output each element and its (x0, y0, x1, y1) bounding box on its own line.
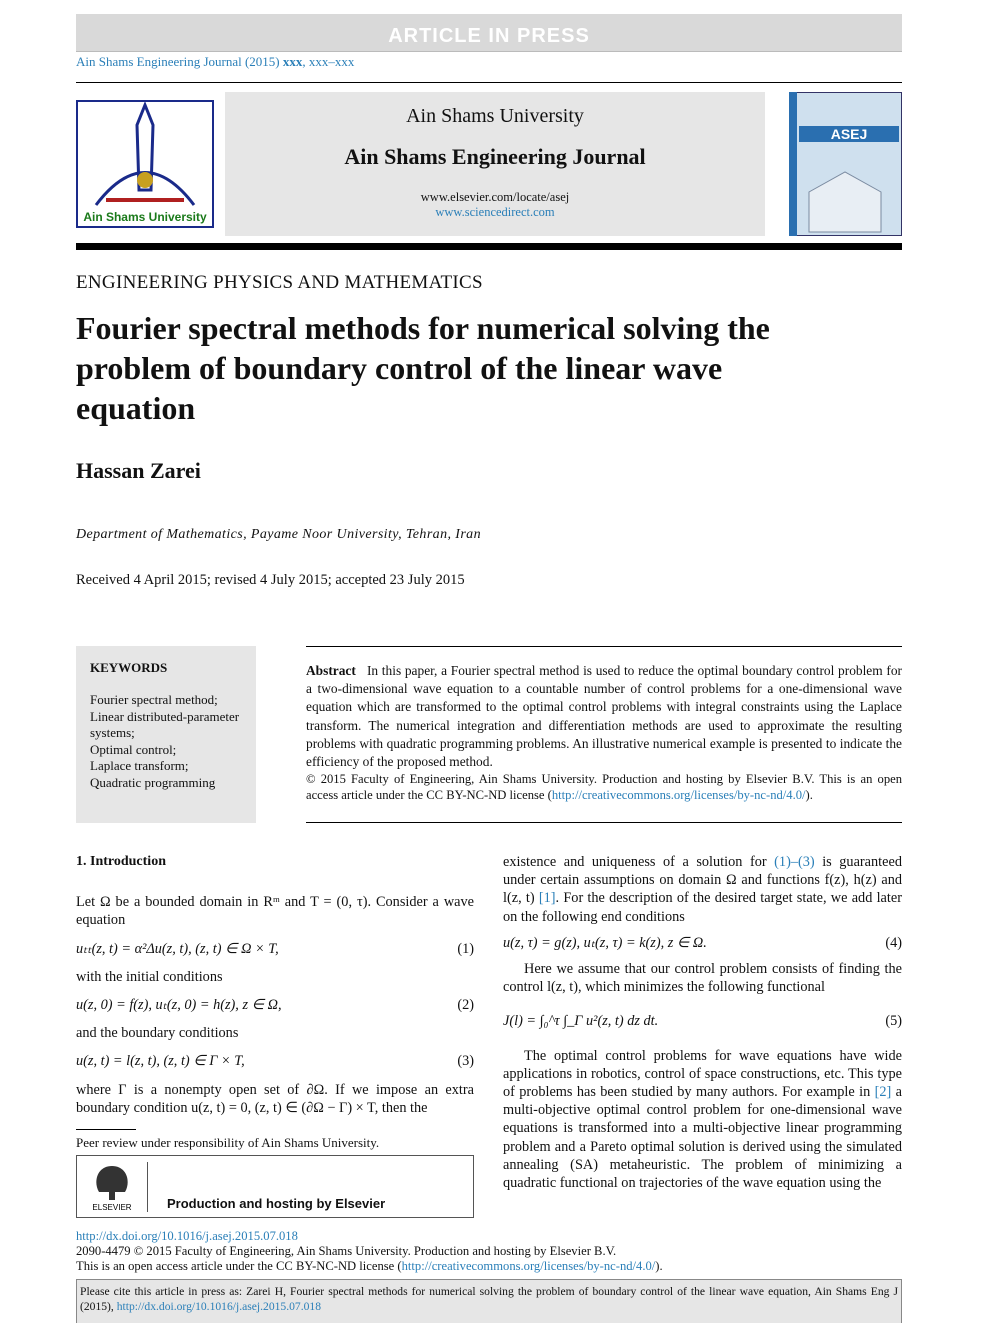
article-in-press-banner: ARTICLE IN PRESS (76, 14, 902, 52)
citation-link[interactable]: [2] (875, 1084, 892, 1100)
text: existence and uniqueness of a solution f… (503, 854, 775, 870)
equation-number: (1) (457, 940, 474, 957)
text: This is an open access article under the… (76, 1259, 402, 1273)
peer-review-note: Peer review under responsibility of Ain … (76, 1135, 380, 1150)
article-dates: Received 4 April 2015; revised 4 July 20… (76, 572, 465, 588)
equation-3: u(z, t) = l(z, t), (z, t) ∈ Γ × T, (3) (76, 1052, 474, 1070)
divider (76, 82, 902, 83)
equation-body: u(z, t) = l(z, t), (z, t) ∈ Γ × T, (76, 1053, 245, 1070)
paragraph: where Γ is a nonempty open set of ∂Ω. If… (76, 1081, 474, 1116)
text: ). (655, 1259, 663, 1273)
elsevier-logo: ELSEVIER (85, 1162, 148, 1212)
footnote-rule (76, 1129, 136, 1130)
journal-cover: ASEJ (789, 92, 902, 236)
keywords-title: KEYWORDS (90, 660, 168, 675)
equation-body: uₜₜ(z, t) = α²Δu(z, t), (z, t) ∈ Ω × T, (76, 940, 279, 957)
author-name: Hassan Zarei (76, 458, 201, 483)
keyword: Optimal control; (90, 741, 177, 757)
svg-text:ELSEVIER: ELSEVIER (92, 1203, 131, 1212)
journal-ref-prefix: Ain Shams Engineering Journal (2015) (76, 54, 283, 69)
section-label: ENGINEERING PHYSICS AND MATHEMATICS (76, 272, 483, 293)
right-column: existence and uniqueness of a solution f… (503, 853, 902, 1192)
equation-number: (5) (885, 1013, 902, 1030)
equation-body: u(z, 0) = f(z), uₜ(z, 0) = h(z), z ∈ Ω, (76, 997, 282, 1014)
keyword: Linear distributed-parameter systems; (90, 708, 240, 741)
sciencedirect-link[interactable]: www.sciencedirect.com (225, 205, 765, 220)
abstract: Abstract In this paper, a Fourier spectr… (306, 662, 902, 803)
left-column: 1. Introduction Let Ω be a bounded domai… (76, 853, 474, 1117)
equation-number: (4) (885, 934, 902, 951)
keyword: Laplace transform; (90, 758, 189, 773)
citation-doi-link[interactable]: http://dx.doi.org/10.1016/j.asej.2015.07… (117, 1300, 321, 1313)
license-link[interactable]: http://creativecommons.org/licenses/by-n… (552, 788, 806, 802)
equation-body: u(z, τ) = g(z), uₜ(z, τ) = k(z), z ∈ Ω. (503, 934, 707, 951)
issn-line: 2090-4479 © 2015 Faculty of Engineering,… (76, 1244, 617, 1258)
journal-ref-volume: xxx (282, 54, 303, 69)
journal-reference: Ain Shams Engineering Journal (2015) xxx… (76, 54, 354, 70)
text: a multi-objective optimal control proble… (503, 1084, 902, 1192)
elsevier-box: ELSEVIER Production and hosting by Elsev… (76, 1155, 474, 1218)
section-heading: 1. Introduction (76, 854, 166, 869)
paper-page: ARTICLE IN PRESS Ain Shams Engineering J… (0, 0, 992, 1323)
paragraph: and the boundary conditions (76, 1025, 239, 1042)
paragraph: with the initial conditions (76, 968, 223, 985)
equation-number: (3) (457, 1053, 474, 1070)
equation-body: J(l) = ∫₀^τ ∫_Γ u²(z, t) dz dt. (503, 1013, 659, 1030)
copyright-close: ). (805, 788, 813, 803)
divider (306, 646, 902, 647)
text: The optimal control problems for wave eq… (503, 1047, 902, 1101)
keyword: Fourier spectral method; (90, 692, 218, 707)
keyword: Quadratic programming (90, 774, 216, 790)
elsevier-url[interactable]: www.elsevier.com/locate/asej (225, 190, 765, 205)
university-logo: Ain Shams University (76, 100, 214, 228)
header-rule (76, 243, 902, 250)
license-link[interactable]: http://creativecommons.org/licenses/by-n… (402, 1259, 656, 1273)
article-title: Fourier spectral methods for numerical s… (76, 310, 770, 426)
equation-link[interactable]: (1)–(3) (774, 854, 815, 870)
equation-5: J(l) = ∫₀^τ ∫_Γ u²(z, t) dz dt. (5) (503, 1012, 902, 1030)
svg-text:Ain Shams University: Ain Shams University (83, 210, 207, 224)
copyright: © 2015 Faculty of Engineering, Ain Shams… (306, 771, 902, 803)
citation-box: Please cite this article in press as: Za… (76, 1279, 902, 1323)
abstract-text: In this paper, a Fourier spectral method… (306, 663, 902, 770)
affiliation: Department of Mathematics, Payame Noor U… (76, 527, 481, 542)
journal-ref-pages: , xxx–xxx (302, 54, 355, 69)
journal-masthead: Ain Shams University Ain Shams Engineeri… (225, 92, 765, 236)
paragraph: existence and uniqueness of a solution f… (503, 853, 902, 926)
citation-link[interactable]: [1] (539, 890, 556, 906)
university-name: Ain Shams University (406, 105, 584, 127)
svg-text:ASEJ: ASEJ (831, 126, 868, 142)
doi-link[interactable]: http://dx.doi.org/10.1016/j.asej.2015.07… (76, 1229, 298, 1244)
production-hosting-text: Production and hosting by Elsevier (167, 1196, 386, 1211)
divider (306, 822, 902, 823)
paragraph: Here we assume that our control problem … (503, 961, 902, 996)
equation-4: u(z, τ) = g(z), uₜ(z, τ) = k(z), z ∈ Ω. (… (503, 934, 902, 952)
license-line: This is an open access article under the… (76, 1259, 663, 1274)
paragraph: The optimal control problems for wave eq… (503, 1047, 902, 1193)
paragraph: Let Ω be a bounded domain in Rᵐ and T = … (76, 894, 474, 929)
equation-1: uₜₜ(z, t) = α²Δu(z, t), (z, t) ∈ Ω × T, (… (76, 940, 474, 958)
journal-name: Ain Shams Engineering Journal (344, 144, 646, 169)
keywords-box: KEYWORDS Fourier spectral method; Linear… (76, 646, 256, 823)
keywords-list: Fourier spectral method; Linear distribu… (90, 692, 256, 791)
text: . For the description of the desired tar… (503, 890, 902, 925)
equation-2: u(z, 0) = f(z), uₜ(z, 0) = h(z), z ∈ Ω, (… (76, 996, 474, 1014)
abstract-label: Abstract (306, 663, 356, 678)
equation-number: (2) (457, 997, 474, 1014)
